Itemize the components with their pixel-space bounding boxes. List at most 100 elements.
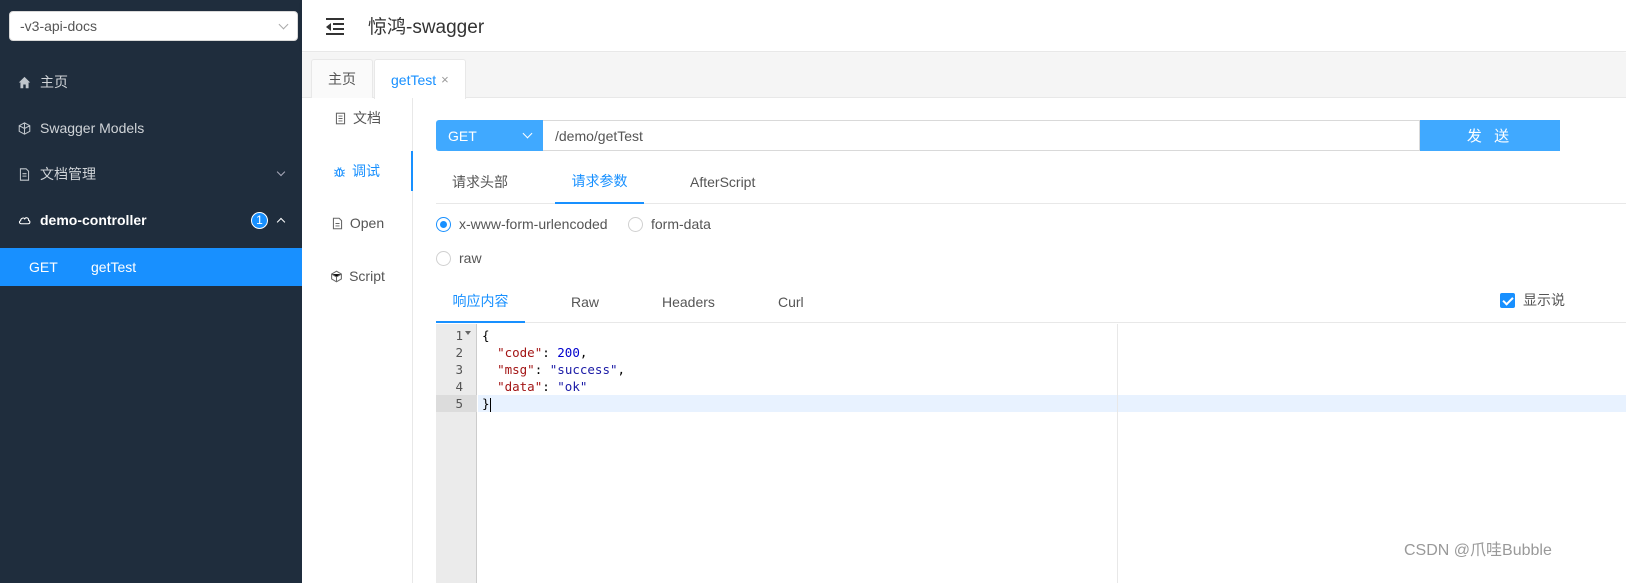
- tab-home[interactable]: 主页: [311, 59, 373, 98]
- vtab-doc[interactable]: 文档: [302, 98, 413, 138]
- home-icon: [17, 75, 31, 89]
- code-token: :: [542, 379, 558, 394]
- json-value: "success": [549, 362, 618, 377]
- top-header: 惊鸿-swagger: [302, 0, 1626, 52]
- api-group-select[interactable]: -v3-api-docs: [9, 11, 298, 41]
- code-token: ,: [579, 345, 588, 360]
- json-key: "code": [497, 345, 543, 360]
- sidebar-item-swagger-models[interactable]: Swagger Models: [0, 105, 302, 151]
- code-line: "code": 200,: [482, 344, 587, 361]
- tab-label: AfterScript: [690, 174, 756, 190]
- radio-label: form-data: [651, 216, 711, 232]
- code-token: {: [482, 328, 490, 343]
- code-line: {: [482, 327, 490, 344]
- tab-label: getTest: [391, 71, 437, 88]
- sidebar-item-doc-management[interactable]: 文档管理: [0, 151, 302, 197]
- vtab-script[interactable]: Script: [302, 256, 413, 296]
- tab-response-curl[interactable]: Curl: [778, 280, 804, 323]
- radio-circle: [436, 250, 451, 266]
- sidebar-item-demo-controller[interactable]: demo-controller 1: [0, 197, 302, 243]
- response-tabs: 响应内容 Raw Headers Curl: [436, 280, 1626, 323]
- request-subtabs: 请求头部 请求参数 AfterScript: [436, 160, 1626, 204]
- radio-label: x-www-form-urlencoded: [459, 216, 608, 232]
- bug-icon: [334, 166, 345, 177]
- request-bar: GET /demo/getTest 发 送: [436, 120, 1560, 151]
- tab-response-raw[interactable]: Raw: [571, 280, 599, 323]
- radio-raw[interactable]: raw: [436, 250, 482, 266]
- checkbox-label: 显示说: [1523, 292, 1565, 308]
- sidebar: -v3-api-docs 主页 Swagger Models 文档管理 demo…: [0, 0, 302, 583]
- active-line-highlight: [478, 395, 1626, 412]
- code-token: ,: [617, 362, 626, 377]
- line-number: 5: [436, 395, 477, 412]
- chevron-up-icon: [276, 217, 286, 226]
- tab-label: 请求头部: [452, 174, 508, 190]
- file-icon: [17, 167, 31, 181]
- tab-label: Headers: [662, 293, 715, 310]
- sidebar-item-label: demo-controller: [40, 212, 147, 228]
- endpoint-label: getTest: [91, 259, 137, 275]
- json-key: "data": [497, 379, 543, 394]
- code-line: "data": "ok": [482, 378, 587, 395]
- tab-request-headers[interactable]: 请求头部: [452, 160, 508, 204]
- print-margin: [1117, 324, 1118, 583]
- tab-label: 主页: [328, 71, 356, 87]
- sidebar-item-label: 主页: [40, 74, 68, 90]
- sidebar-subitem-gettest[interactable]: GET getTest: [0, 248, 302, 286]
- checkbox-checked-icon: [1500, 292, 1515, 308]
- sidebar-item-label: Swagger Models: [40, 120, 145, 136]
- sidebar-item-home[interactable]: 主页: [0, 59, 302, 105]
- http-method-select[interactable]: GET: [436, 120, 543, 151]
- json-key: "msg": [497, 362, 535, 377]
- send-button[interactable]: 发 送: [1420, 120, 1560, 151]
- json-value: 200: [557, 345, 580, 360]
- show-description-checkbox[interactable]: 显示说: [1500, 290, 1565, 310]
- doc-vertical-tabs: 文档 调试 Open Script: [302, 98, 413, 583]
- code-line: "msg": "success",: [482, 361, 625, 378]
- line-number: 1: [455, 328, 463, 343]
- chevron-down-icon: [276, 167, 286, 177]
- count-badge: 1: [251, 211, 268, 229]
- tab-gettest[interactable]: getTest ×: [374, 59, 466, 99]
- file-icon: [332, 217, 342, 229]
- url-input[interactable]: /demo/getTest: [543, 120, 1420, 151]
- tab-response-headers[interactable]: Headers: [662, 280, 715, 323]
- cloud-icon: [17, 213, 31, 227]
- api-group-select-value: -v3-api-docs: [20, 18, 98, 34]
- tab-response-content[interactable]: 响应内容: [436, 280, 525, 323]
- watermark: CSDN @爪哇Bubble: [1404, 542, 1552, 559]
- tab-request-params[interactable]: 请求参数: [555, 160, 644, 204]
- cube-icon: [17, 121, 31, 135]
- tab-label: Raw: [571, 293, 600, 310]
- code-token: :: [542, 345, 558, 360]
- radio-label: raw: [459, 250, 482, 266]
- vtab-label: 文档: [353, 110, 381, 126]
- http-method-value: GET: [448, 127, 477, 144]
- tab-label: Curl: [778, 293, 804, 310]
- chevron-down-icon: [522, 128, 533, 139]
- radio-form-data[interactable]: form-data: [628, 216, 711, 232]
- line-number-gutter: 1 2 3 4 5: [436, 324, 477, 583]
- line-number: 3: [455, 362, 463, 377]
- tab-after-script[interactable]: AfterScript: [690, 160, 755, 204]
- radio-x-www-form-urlencoded[interactable]: x-www-form-urlencoded: [436, 216, 608, 232]
- line-number: 2: [455, 345, 463, 360]
- radio-circle: [628, 216, 643, 232]
- vtab-label: 调试: [352, 163, 380, 179]
- vtab-debug[interactable]: 调试: [302, 151, 413, 191]
- json-value: "ok": [557, 379, 588, 394]
- sidebar-item-label: 文档管理: [40, 166, 96, 182]
- code-token: }: [482, 396, 490, 411]
- radio-circle: [436, 216, 451, 232]
- http-method-label: GET: [29, 259, 58, 275]
- script-icon: [331, 270, 342, 282]
- vtab-label: Script: [349, 268, 385, 284]
- vtab-open[interactable]: Open: [302, 203, 413, 243]
- menu-fold-icon[interactable]: [326, 17, 344, 35]
- fold-arrow-icon[interactable]: [465, 331, 471, 335]
- tab-label: 响应内容: [452, 292, 509, 309]
- tab-label: 请求参数: [571, 173, 628, 189]
- code-line: }: [482, 395, 491, 412]
- vtab-label: Open: [349, 215, 385, 231]
- close-icon[interactable]: ×: [441, 72, 449, 87]
